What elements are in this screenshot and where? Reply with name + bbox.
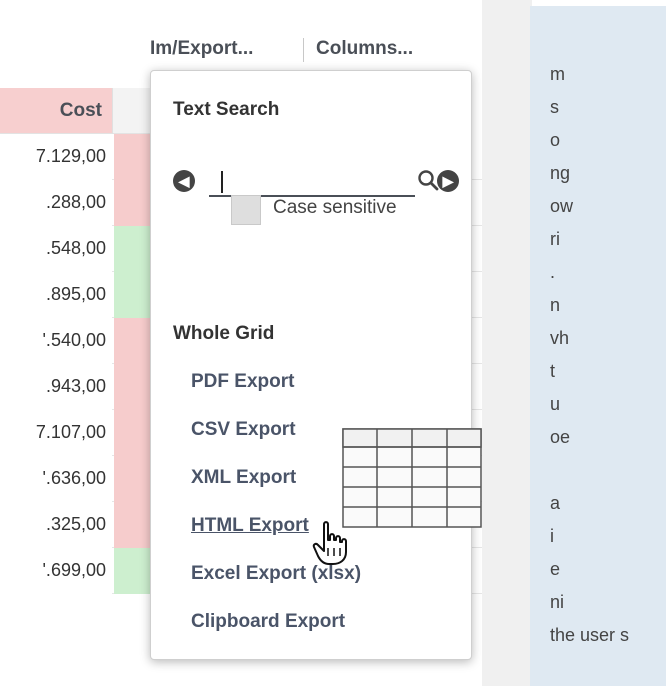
column-header-cost-label: Cost: [59, 100, 102, 121]
excel-export-link[interactable]: Excel Export (xlsx): [191, 563, 361, 585]
info-text-line: ng: [550, 163, 571, 183]
cost-cell[interactable]: '.699,00: [0, 548, 112, 594]
case-sensitive-label: Case sensitive: [273, 197, 397, 218]
info-text-line: t: [550, 361, 556, 381]
text-search-title: Text Search: [173, 99, 280, 120]
csv-export-link[interactable]: CSV Export: [191, 419, 296, 441]
case-sensitive-checkbox[interactable]: [231, 195, 261, 225]
cost-value: '.636,00: [42, 468, 107, 488]
search-input[interactable]: [209, 167, 415, 197]
xml-export-link[interactable]: XML Export: [191, 467, 296, 489]
cost-cell[interactable]: .895,00: [0, 272, 112, 318]
cost-value: .895,00: [45, 284, 106, 304]
left-arrow-circle-icon[interactable]: ◀: [173, 170, 195, 192]
info-text-line: vh: [550, 328, 570, 348]
cost-value: .943,00: [45, 376, 106, 396]
info-text-line: u: [550, 394, 561, 414]
info-text-line: i: [550, 526, 554, 546]
pdf-export-link[interactable]: PDF Export: [191, 371, 294, 393]
cost-value: 7.129,00: [35, 146, 106, 166]
table-grid-icon: [342, 428, 482, 528]
info-text-line: oe: [550, 427, 571, 447]
magnifier-icon[interactable]: [417, 169, 439, 191]
text-caret: [221, 171, 223, 193]
info-text-line: e: [550, 559, 561, 579]
info-panel: m s o ng ow ri. n vh t u oe a i e ni the user s: [530, 6, 666, 686]
info-text-line: ni: [550, 592, 565, 612]
cost-cell[interactable]: .288,00: [0, 180, 112, 226]
info-text-line: the user s: [550, 625, 630, 645]
cost-cell[interactable]: .548,00: [0, 226, 112, 272]
cost-cell[interactable]: 7.129,00: [0, 134, 112, 180]
info-text-line: o: [550, 130, 561, 150]
column-header-cost[interactable]: Cost: [0, 88, 112, 134]
hand-pointer-icon: [312, 521, 347, 565]
html-export-link[interactable]: HTML Export: [191, 515, 309, 537]
clipboard-export-link[interactable]: Clipboard Export: [191, 611, 345, 633]
export-popup: Text Search ◀ ▶ Case sensitive Whole Gri…: [150, 70, 472, 660]
cost-value: 7.107,00: [35, 422, 106, 442]
toolbar-separator: [303, 38, 304, 62]
cost-cell[interactable]: .943,00: [0, 364, 112, 410]
info-text-line: .: [550, 262, 556, 282]
info-text-line: s: [550, 97, 559, 117]
whole-grid-title: Whole Grid: [173, 323, 275, 344]
right-arrow-circle-icon[interactable]: ▶: [437, 170, 459, 192]
search-row: ◀ ▶: [173, 167, 459, 197]
info-text-line: ow: [550, 196, 574, 216]
im-export-button[interactable]: Im/Export...: [150, 38, 253, 60]
cost-cell[interactable]: '.636,00: [0, 456, 112, 502]
cost-cell[interactable]: '.540,00: [0, 318, 112, 364]
cost-value: .548,00: [45, 238, 106, 258]
cost-value: '.699,00: [42, 560, 107, 580]
cost-cell[interactable]: 7.107,00: [0, 410, 112, 456]
info-text-line: m: [550, 64, 565, 84]
cost-cell[interactable]: .325,00: [0, 502, 112, 548]
cost-value: .325,00: [45, 514, 106, 534]
cost-value: .288,00: [45, 192, 106, 212]
info-text-line: a: [550, 493, 561, 513]
cost-value: '.540,00: [42, 330, 107, 350]
grid-scroll-area: [482, 0, 532, 686]
info-text-line: n: [550, 295, 561, 315]
columns-button[interactable]: Columns...: [316, 38, 413, 60]
info-text-line: ri: [550, 229, 560, 249]
